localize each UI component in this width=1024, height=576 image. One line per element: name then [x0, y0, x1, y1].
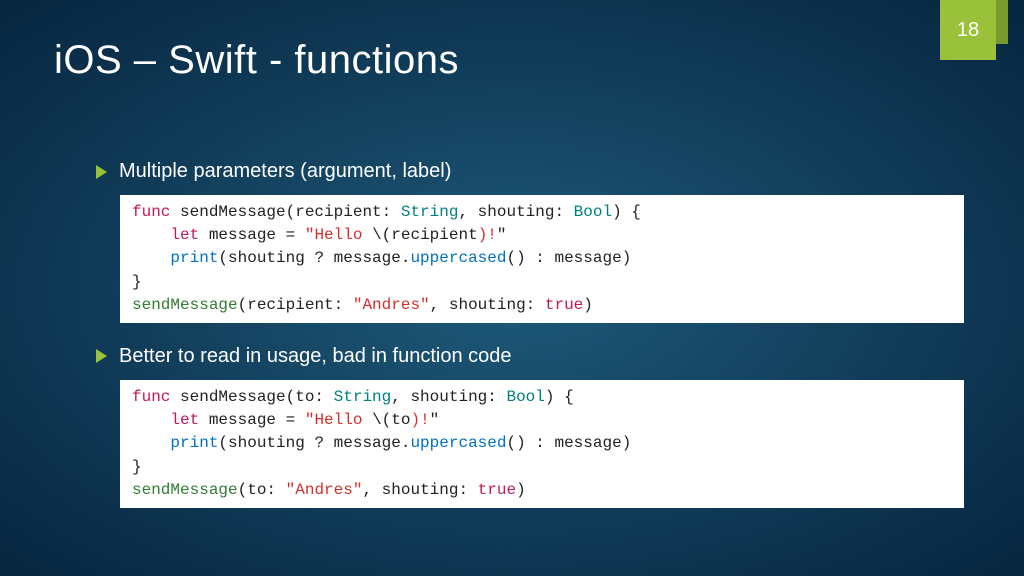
keyword: func [132, 388, 170, 406]
code-text: sendMessage(to: [170, 388, 333, 406]
keyword: true [478, 481, 516, 499]
code-text: () : message) [506, 434, 631, 452]
type: Bool [574, 203, 612, 221]
code-text: message = [199, 411, 305, 429]
code-text: , shouting: [391, 388, 506, 406]
method: uppercased [410, 249, 506, 267]
keyword: let [170, 226, 199, 244]
code-text: (shouting ? message. [218, 434, 410, 452]
builtin: print [170, 249, 218, 267]
code-text: ) [516, 481, 526, 499]
keyword: true [545, 296, 583, 314]
code-text: } [132, 458, 142, 476]
method: uppercased [410, 434, 506, 452]
code-text: " [430, 411, 440, 429]
code-text: message = [199, 226, 305, 244]
slide-content: Multiple parameters (argument, label) fu… [96, 160, 964, 530]
builtin: print [170, 434, 218, 452]
code-text [132, 434, 170, 452]
code-text [132, 226, 170, 244]
string: )! [410, 411, 429, 429]
code-text: (to: [238, 481, 286, 499]
code-text [132, 411, 170, 429]
function-call: sendMessage [132, 296, 238, 314]
code-text: (shouting ? message. [218, 249, 410, 267]
string: "Hello [305, 411, 372, 429]
keyword: func [132, 203, 170, 221]
bullet-icon [96, 165, 107, 179]
code-text: recipient [391, 226, 477, 244]
string: )! [478, 226, 497, 244]
string: "Andres" [286, 481, 363, 499]
keyword: let [170, 411, 199, 429]
function-call: sendMessage [132, 481, 238, 499]
code-text: , shouting: [430, 296, 545, 314]
code-text: ) { [545, 388, 574, 406]
code-text [132, 249, 170, 267]
code-text: " [497, 226, 507, 244]
code-text: () : message) [506, 249, 631, 267]
bullet-item: Multiple parameters (argument, label) [96, 160, 964, 183]
code-text: } [132, 273, 142, 291]
slide-number: 18 [957, 19, 979, 42]
code-text: , shouting: [458, 203, 573, 221]
bullet-item: Better to read in usage, bad in function… [96, 345, 964, 368]
code-text: \( [372, 411, 391, 429]
type: Bool [506, 388, 544, 406]
type: String [334, 388, 392, 406]
code-text: ) { [612, 203, 641, 221]
code-text: to [391, 411, 410, 429]
code-text: , shouting: [362, 481, 477, 499]
bullet-text: Better to read in usage, bad in function… [119, 345, 512, 368]
code-text: ) [583, 296, 593, 314]
code-text: \( [372, 226, 391, 244]
code-text: sendMessage(recipient: [170, 203, 400, 221]
code-block-1: func sendMessage(recipient: String, shou… [120, 195, 964, 323]
string: "Andres" [353, 296, 430, 314]
code-text: (recipient: [238, 296, 353, 314]
string: "Hello [305, 226, 372, 244]
slide-title: iOS – Swift - functions [54, 38, 459, 83]
type: String [401, 203, 459, 221]
code-block-2: func sendMessage(to: String, shouting: B… [120, 380, 964, 508]
slide-number-badge: 18 [940, 0, 996, 60]
bullet-icon [96, 349, 107, 363]
bullet-text: Multiple parameters (argument, label) [119, 160, 451, 183]
